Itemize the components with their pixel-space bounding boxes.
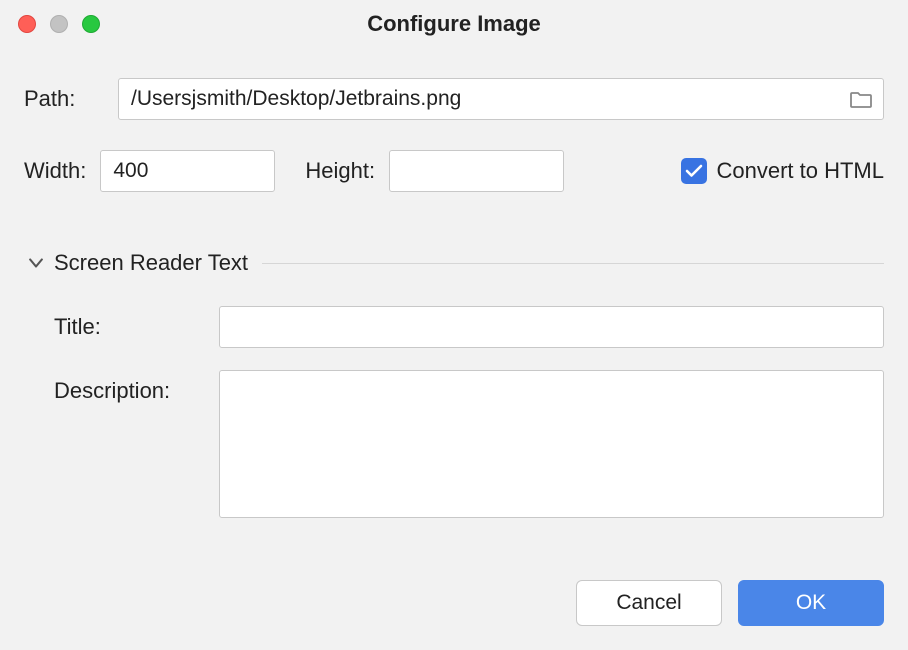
browse-folder-icon[interactable]	[850, 90, 872, 108]
height-label: Height:	[305, 158, 375, 184]
title-row: Title:	[54, 306, 884, 348]
description-textarea[interactable]	[219, 370, 884, 518]
path-row: Path:	[24, 78, 884, 120]
ok-button[interactable]: OK	[738, 580, 884, 626]
path-input-wrapper	[118, 78, 884, 120]
description-label: Description:	[54, 370, 219, 404]
path-label: Path:	[24, 86, 104, 112]
minimize-window-button[interactable]	[50, 15, 68, 33]
screen-reader-section-title: Screen Reader Text	[54, 250, 248, 276]
path-input[interactable]	[118, 78, 884, 120]
width-input[interactable]	[100, 150, 275, 192]
dimensions-row: Width: Height: Convert to HTML	[24, 150, 884, 192]
chevron-down-icon	[24, 251, 48, 275]
checkbox-checked-icon	[681, 158, 707, 184]
width-label: Width:	[24, 158, 86, 184]
maximize-window-button[interactable]	[82, 15, 100, 33]
screen-reader-form: Title: Description:	[24, 306, 884, 540]
title-input[interactable]	[219, 306, 884, 348]
configure-image-dialog: Configure Image Path: Width: Height:	[0, 0, 908, 650]
window-controls	[18, 15, 100, 33]
convert-to-html-label: Convert to HTML	[717, 158, 885, 184]
section-divider	[262, 263, 884, 264]
convert-to-html-checkbox[interactable]: Convert to HTML	[681, 158, 885, 184]
dialog-title: Configure Image	[16, 11, 892, 37]
height-input[interactable]	[389, 150, 564, 192]
close-window-button[interactable]	[18, 15, 36, 33]
description-row: Description:	[54, 370, 884, 518]
dialog-content: Path: Width: Height: Convert to HTML	[0, 48, 908, 560]
cancel-button[interactable]: Cancel	[576, 580, 722, 626]
titlebar: Configure Image	[0, 0, 908, 48]
title-label: Title:	[54, 306, 219, 340]
dialog-footer: Cancel OK	[0, 560, 908, 650]
screen-reader-section-toggle[interactable]: Screen Reader Text	[24, 250, 884, 276]
